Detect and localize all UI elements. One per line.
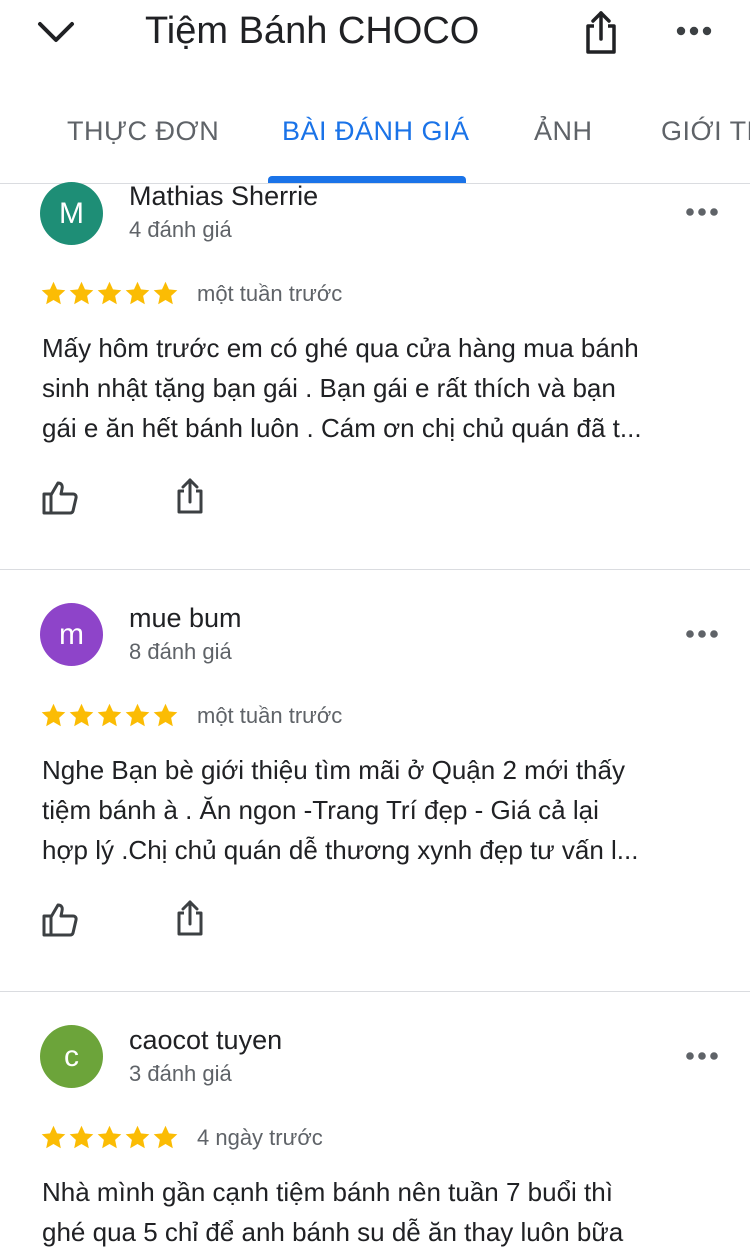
review-card: M Mathias Sherrie 4 đánh giá một tuần tr… bbox=[0, 0, 750, 570]
review-count: 8 đánh giá bbox=[129, 639, 232, 664]
star-icon bbox=[97, 703, 122, 727]
star-icon bbox=[153, 703, 178, 727]
like-button[interactable] bbox=[40, 478, 80, 518]
reviewer-name[interactable]: caocot tuyen bbox=[129, 1024, 282, 1056]
star-icon bbox=[41, 703, 66, 727]
star-icon bbox=[41, 1125, 66, 1149]
star-icon bbox=[153, 281, 178, 305]
avatar[interactable]: m bbox=[40, 603, 103, 666]
star-rating bbox=[40, 1124, 179, 1151]
star-rating bbox=[40, 702, 179, 729]
review-text-line: ghé qua 5 chỉ để anh bánh su dễ ăn thay … bbox=[42, 1217, 624, 1247]
star-icon bbox=[69, 703, 94, 727]
review-text[interactable]: Mấy hôm trước em có ghé qua cửa hàng mua… bbox=[42, 328, 722, 448]
reviewer-name[interactable]: Mathias Sherrie bbox=[129, 180, 318, 212]
star-icon bbox=[69, 281, 94, 305]
share-review-button[interactable] bbox=[170, 476, 210, 516]
star-icon bbox=[125, 703, 150, 727]
review-more-button[interactable] bbox=[680, 622, 724, 646]
review-text[interactable]: Nghe Bạn bè giới thiệu tìm mãi ở Quận 2 … bbox=[42, 750, 722, 870]
more-horizontal-icon bbox=[686, 630, 718, 638]
review-text-line: Mấy hôm trước em có ghé qua cửa hàng mua… bbox=[42, 333, 639, 363]
share-icon bbox=[177, 900, 203, 936]
review-more-button[interactable] bbox=[680, 200, 724, 224]
review-text-line: tiệm bánh à . Ăn ngon -Trang Trí đẹp - G… bbox=[42, 795, 599, 825]
star-icon bbox=[97, 1125, 122, 1149]
like-button[interactable] bbox=[40, 900, 80, 940]
review-text[interactable]: Nhà mình gần cạnh tiệm bánh nên tuần 7 b… bbox=[42, 1172, 722, 1252]
star-icon bbox=[153, 1125, 178, 1149]
review-text-line: Nghe Bạn bè giới thiệu tìm mãi ở Quận 2 … bbox=[42, 755, 625, 785]
review-time: 4 ngày trước bbox=[197, 1125, 323, 1150]
star-icon bbox=[41, 281, 66, 305]
review-text-line: hợp lý .Chị chủ quán dễ thương xynh đẹp … bbox=[42, 835, 639, 865]
more-horizontal-icon bbox=[686, 208, 718, 216]
review-card: m mue bum 8 đánh giá một tuần trước Nghe… bbox=[0, 570, 750, 992]
review-count: 3 đánh giá bbox=[129, 1061, 232, 1086]
share-review-button[interactable] bbox=[170, 898, 210, 938]
review-count: 4 đánh giá bbox=[129, 217, 232, 242]
review-time: một tuần trước bbox=[197, 281, 343, 306]
star-icon bbox=[125, 281, 150, 305]
avatar[interactable]: c bbox=[40, 1025, 103, 1088]
review-text-line: Nhà mình gần cạnh tiệm bánh nên tuần 7 b… bbox=[42, 1177, 613, 1207]
star-rating bbox=[40, 280, 179, 307]
more-horizontal-icon bbox=[686, 1052, 718, 1060]
star-icon bbox=[69, 1125, 94, 1149]
review-card: c caocot tuyen 3 đánh giá 4 ngày trước N… bbox=[0, 992, 750, 1257]
review-text-line: sinh nhật tặng bạn gái . Bạn gái e rất t… bbox=[42, 373, 616, 403]
review-text-line: gái e ăn hết bánh luôn . Cám ơn chị chủ … bbox=[42, 413, 642, 443]
share-icon bbox=[177, 478, 203, 514]
review-more-button[interactable] bbox=[680, 1044, 724, 1068]
avatar[interactable]: M bbox=[40, 182, 103, 245]
star-icon bbox=[97, 281, 122, 305]
review-time: một tuần trước bbox=[197, 703, 343, 728]
thumbs-up-icon bbox=[42, 903, 78, 937]
star-icon bbox=[125, 1125, 150, 1149]
reviewer-name[interactable]: mue bum bbox=[129, 602, 242, 634]
thumbs-up-icon bbox=[42, 481, 78, 515]
